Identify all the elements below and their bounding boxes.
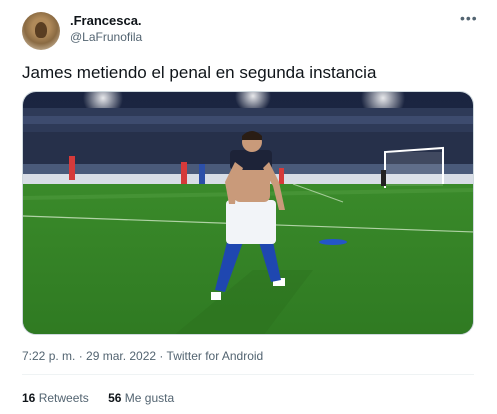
tweet-text: James metiendo el penal en segunda insta… xyxy=(22,63,377,82)
likes-stat[interactable]: 56 Me gusta xyxy=(108,391,174,405)
more-dots-icon[interactable]: ••• xyxy=(460,10,478,26)
retweets-stat[interactable]: 16 Retweets xyxy=(22,391,89,405)
tweet-media-image[interactable] xyxy=(22,91,474,335)
user-handle[interactable]: @LaFrunofila xyxy=(70,30,142,44)
display-name[interactable]: .Francesca. xyxy=(70,13,142,28)
retweets-label: Retweets xyxy=(38,391,89,405)
divider xyxy=(22,374,474,375)
stadium-photo xyxy=(23,92,473,334)
engagement-stats: 16 Retweets 56 Me gusta xyxy=(22,391,190,405)
tweet-timestamp[interactable]: 7:22 p. m. · 29 mar. 2022 · Twitter for … xyxy=(22,349,263,363)
avatar[interactable] xyxy=(22,12,60,50)
previous-context-strip xyxy=(0,0,497,6)
likes-label: Me gusta xyxy=(124,391,175,405)
likes-count: 56 xyxy=(108,391,122,405)
retweets-count: 16 xyxy=(22,391,36,405)
